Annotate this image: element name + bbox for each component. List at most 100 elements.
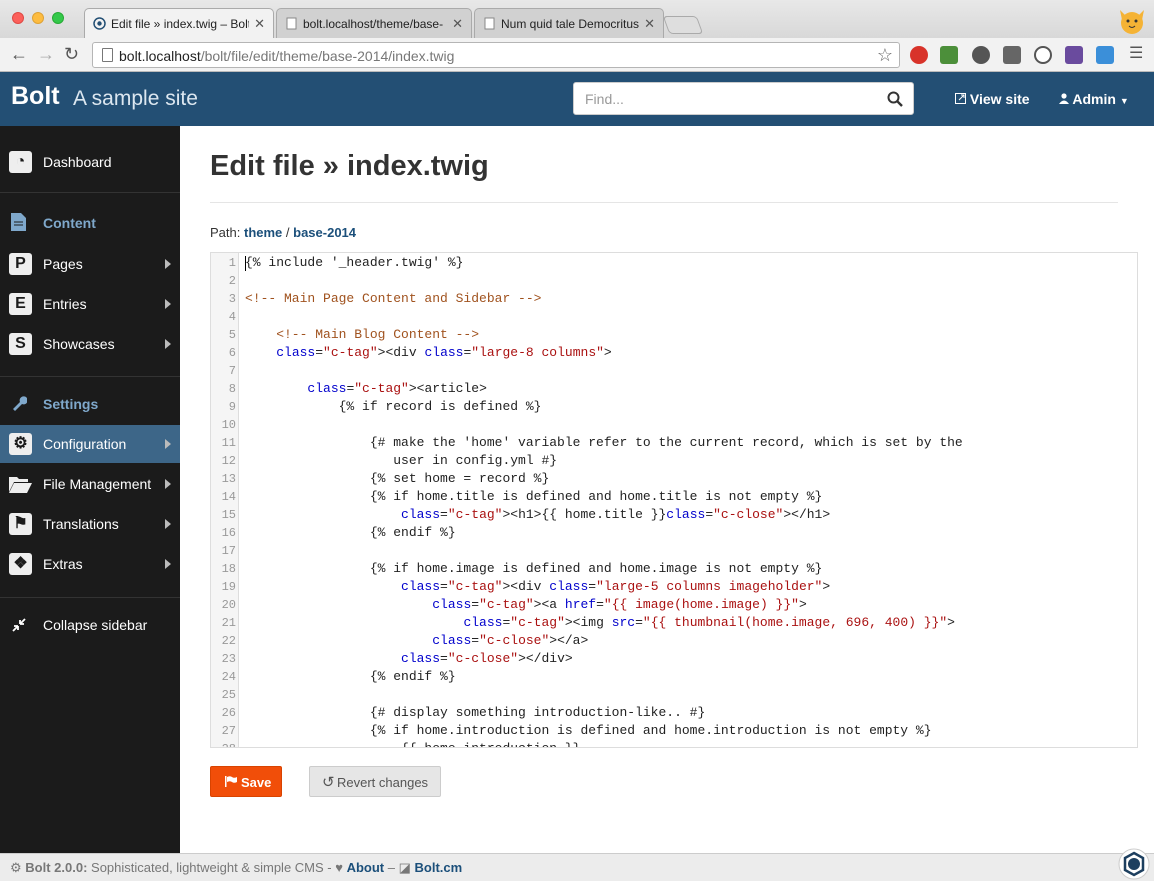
collapse-sidebar-button[interactable]: Collapse sidebar (0, 606, 180, 644)
footer-dash: – (384, 860, 399, 875)
line-number: 5 (228, 328, 236, 342)
code-line[interactable]: 23 class="c-close"></div> (211, 650, 1137, 668)
brand-logo[interactable]: Bolt (11, 82, 60, 111)
sidebar-item-extras[interactable]: ❖ Extras (0, 545, 180, 583)
code-text: {% if home.title is defined and home.tit… (245, 489, 823, 504)
footer-version: Bolt 2.0.0: (25, 860, 88, 875)
code-line[interactable]: 1 {% include '_header.twig' %} (211, 254, 1137, 272)
browser-tab[interactable]: bolt.localhost/theme/base- ✕ (276, 8, 472, 38)
code-line[interactable]: 24 {% endif %} (211, 668, 1137, 686)
breadcrumb: Path: theme / base-2014 (210, 225, 356, 240)
code-line[interactable]: 18 {% if home.image is defined and home.… (211, 560, 1137, 578)
code-line[interactable]: 10 (211, 416, 1137, 434)
profile-cat-icon[interactable] (1116, 4, 1148, 36)
forward-arrow-icon[interactable]: → (37, 44, 55, 64)
line-number: 7 (228, 364, 236, 378)
sidebar-item-entries[interactable]: E Entries (0, 285, 180, 323)
code-line[interactable]: 12 user in config.yml #} (211, 452, 1137, 470)
bookmark-star-icon[interactable]: ☆ (877, 45, 893, 66)
save-button[interactable]: Save (210, 766, 282, 797)
sidebar-divider (0, 376, 180, 377)
path-link-folder[interactable]: base-2014 (293, 225, 356, 240)
extension-blue-icon[interactable] (1096, 46, 1114, 64)
search-input[interactable] (574, 83, 864, 114)
code-line[interactable]: 14 {% if home.title is defined and home.… (211, 488, 1137, 506)
new-tab-button[interactable] (662, 16, 704, 34)
path-separator: / (282, 225, 294, 240)
sidebar-item-showcases[interactable]: S Showcases (0, 325, 180, 363)
save-label: Save (241, 775, 272, 790)
close-icon[interactable]: ✕ (254, 16, 265, 32)
code-line[interactable]: 2 (211, 272, 1137, 290)
code-line[interactable]: 13 {% set home = record %} (211, 470, 1137, 488)
code-line[interactable]: 26 {# display something introduction-lik… (211, 704, 1137, 722)
sidebar-item-dashboard[interactable]: ◔ Dashboard (0, 143, 180, 181)
about-link[interactable]: About (347, 860, 385, 875)
back-arrow-icon[interactable]: ← (10, 44, 28, 64)
line-number: 16 (221, 526, 236, 540)
sidebar-section-settings[interactable]: Settings (0, 385, 180, 423)
maximize-window-button[interactable] (52, 12, 64, 24)
code-line[interactable]: 17 (211, 542, 1137, 560)
browser-tab-active[interactable]: Edit file » index.twig – Bolt ✕ (84, 8, 274, 38)
code-line[interactable]: 22 class="c-close"></a> (211, 632, 1137, 650)
code-line[interactable]: 16 {% endif %} (211, 524, 1137, 542)
sidebar-item-file-management[interactable]: File Management (0, 465, 180, 503)
reload-icon[interactable]: ↻ (64, 44, 79, 64)
app-header: Bolt A sample site View site Admin ▼ (0, 72, 1154, 126)
extension-icon[interactable] (940, 46, 958, 64)
code-text: {% if record is defined %} (245, 399, 542, 414)
code-text: class="c-tag"><div class="large-5 column… (401, 579, 831, 594)
code-line[interactable]: 9 {% if record is defined %} (211, 398, 1137, 416)
search-box (573, 82, 914, 115)
close-window-button[interactable] (12, 12, 24, 24)
path-link-theme[interactable]: theme (244, 225, 282, 240)
code-line[interactable]: 27 {% if home.introduction is defined an… (211, 722, 1137, 740)
sidebar-item-pages[interactable]: P Pages (0, 245, 180, 283)
sidebar-item-configuration[interactable]: ⚙ Configuration (0, 425, 180, 463)
code-line[interactable]: 11 {# make the 'home' variable refer to … (211, 434, 1137, 452)
sidebar-section-content[interactable]: Content (0, 204, 180, 242)
code-line[interactable]: 21 class="c-tag"><img src="{{ thumbnail(… (211, 614, 1137, 632)
cog-icon: ⚙ (10, 860, 22, 875)
revert-changes-button[interactable]: ↺ Revert changes (309, 766, 441, 797)
extension-r-icon[interactable] (1065, 46, 1083, 64)
code-line[interactable]: 6 class="c-tag"><div class="large-8 colu… (211, 344, 1137, 362)
code-line[interactable]: 19 class="c-tag"><div class="large-5 col… (211, 578, 1137, 596)
minimize-window-button[interactable] (32, 12, 44, 24)
site-name[interactable]: A sample site (73, 87, 198, 111)
caret-right-icon (165, 339, 171, 349)
code-line[interactable]: 20 class="c-tag"><a href="{{ image(home.… (211, 596, 1137, 614)
search-icon[interactable] (887, 91, 903, 107)
pocket-icon[interactable] (1003, 46, 1021, 64)
flag-icon: ⚑ (9, 513, 32, 535)
sidebar-item-translations[interactable]: ⚑ Translations (0, 505, 180, 543)
info-icon[interactable] (1034, 46, 1052, 64)
code-line[interactable]: 25 (211, 686, 1137, 704)
code-line[interactable]: 4 (211, 308, 1137, 326)
code-line[interactable]: 15 class="c-tag"><h1>{{ home.title }}cla… (211, 506, 1137, 524)
code-line[interactable]: 8 class="c-tag"><article> (211, 380, 1137, 398)
sidebar-section-label: Settings (43, 396, 99, 412)
close-icon[interactable]: ✕ (644, 16, 655, 32)
code-line[interactable]: 5 <!-- Main Blog Content --> (211, 326, 1137, 344)
code-text: {% if home.image is defined and home.ima… (245, 561, 823, 576)
title-divider (210, 202, 1118, 203)
view-site-link[interactable]: View site (955, 91, 1030, 107)
code-line[interactable]: 28 {{ home.introduction }} (211, 740, 1137, 747)
browser-tab[interactable]: Num quid tale Democritus? ✕ (474, 8, 664, 38)
menu-icon[interactable]: ☰ (1129, 44, 1143, 64)
code-text: <!-- Main Page Content and Sidebar --> (245, 291, 542, 306)
code-text: {# display something introduction-like..… (245, 705, 706, 720)
code-editor[interactable]: 1 {% include '_header.twig' %} 2 3 <!-- Main… (210, 252, 1138, 748)
address-bar[interactable]: bolt.localhost/bolt/file/edit/theme/base… (92, 42, 900, 68)
admin-menu[interactable]: Admin ▼ (1059, 91, 1129, 107)
bolt-cm-link[interactable]: Bolt.cm (415, 860, 463, 875)
line-number: 1 (228, 256, 236, 270)
close-icon[interactable]: ✕ (452, 16, 463, 32)
code-line[interactable]: 3 <!-- Main Page Content and Sidebar --> (211, 290, 1137, 308)
bolt-logo-icon[interactable] (1118, 848, 1150, 880)
code-line[interactable]: 7 (211, 362, 1137, 380)
evernote-icon[interactable] (972, 46, 990, 64)
adblock-icon[interactable] (910, 46, 928, 64)
